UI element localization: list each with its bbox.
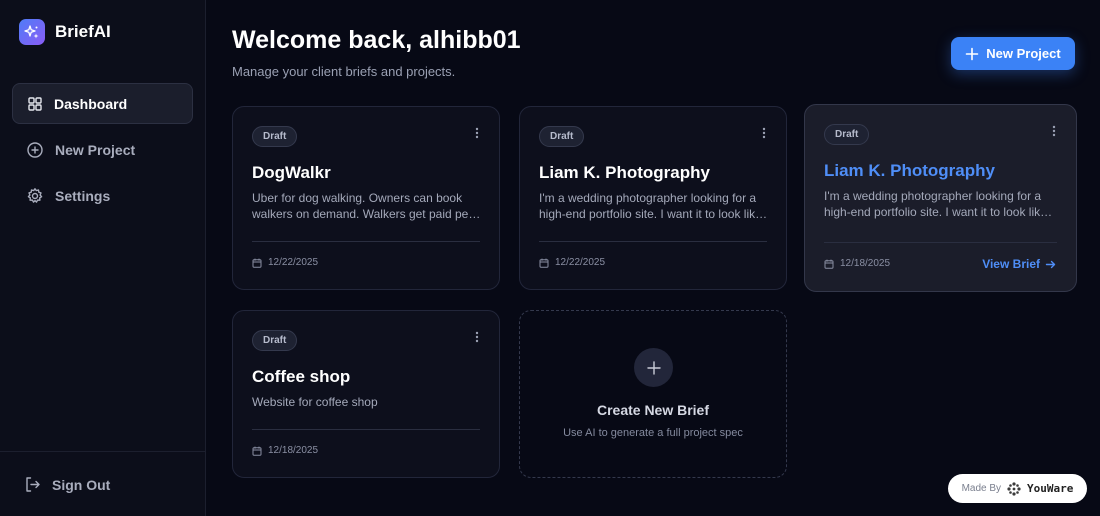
plus-circle-icon (27, 141, 43, 158)
sidebar-item-label: Dashboard (54, 95, 128, 112)
create-brief-title: Create New Brief (596, 402, 710, 418)
project-date: 12/22/2025 (252, 257, 318, 268)
more-options-icon[interactable] (762, 127, 766, 139)
project-description: I'm a wedding photographer looking for a… (824, 189, 1047, 219)
view-brief-link[interactable]: View Brief (982, 257, 1056, 271)
project-date-text: 12/18/2025 (268, 445, 319, 456)
project-card[interactable]: Draft Liam K. Photography I'm a wedding … (804, 104, 1077, 292)
made-by-label: Made By (961, 483, 1002, 494)
status-badge: Draft (252, 330, 298, 351)
project-description: Website for coffee shop (252, 395, 378, 409)
new-project-button[interactable]: New Project (951, 37, 1075, 70)
view-brief-label: View Brief (982, 257, 1040, 271)
made-by-brand: YouWare (1027, 482, 1074, 495)
calendar-icon (539, 258, 549, 268)
project-description: Uber for dog walking. Owners can book wa… (252, 191, 473, 221)
divider (539, 241, 767, 242)
project-card[interactable]: Draft Liam K. Photography I'm a wedding … (519, 106, 787, 290)
calendar-icon (252, 446, 262, 456)
status-badge: Draft (252, 126, 298, 147)
sidebar-footer: Sign Out (0, 451, 205, 516)
project-title: Coffee shop (252, 367, 351, 386)
project-title: DogWalkr (252, 163, 331, 182)
page-title: Welcome back, alhibb01 (232, 26, 521, 54)
project-date: 12/22/2025 (539, 257, 605, 268)
sidebar-item-label: New Project (55, 141, 136, 158)
project-description: I'm a wedding photographer looking for a… (539, 191, 762, 221)
new-project-label: New Project (986, 46, 1061, 61)
calendar-icon (252, 258, 262, 268)
project-title: Liam K. Photography (824, 161, 995, 180)
status-badge: Draft (539, 126, 585, 147)
sidebar-nav: Dashboard New Project Settings (12, 83, 193, 221)
sidebar: BriefAI Dashboard New Project Settings S… (0, 0, 206, 516)
create-new-brief-card[interactable]: Create New Brief Use AI to generate a fu… (519, 310, 787, 478)
divider (252, 429, 480, 430)
sidebar-item-settings[interactable]: Settings (12, 175, 193, 216)
project-date-text: 12/22/2025 (555, 257, 606, 268)
status-badge: Draft (824, 124, 870, 145)
sidebar-item-dashboard[interactable]: Dashboard (12, 83, 193, 124)
brand[interactable]: BriefAI (19, 19, 111, 45)
project-card[interactable]: Draft DogWalkr Uber for dog walking. Own… (232, 106, 500, 290)
project-date-text: 12/22/2025 (268, 257, 319, 268)
project-date: 12/18/2025 (824, 258, 890, 269)
brand-name: BriefAI (55, 22, 111, 41)
more-options-icon[interactable] (1052, 125, 1056, 137)
more-options-icon[interactable] (475, 331, 479, 343)
plus-icon (965, 47, 979, 60)
gear-icon (27, 187, 43, 203)
plus-icon (634, 348, 673, 387)
sparkles-icon (19, 19, 45, 45)
sign-out-button[interactable]: Sign Out (24, 476, 110, 493)
youware-logo-icon (1007, 481, 1021, 496)
sidebar-item-label: Settings (55, 187, 111, 204)
more-options-icon[interactable] (475, 127, 479, 139)
project-title: Liam K. Photography (539, 163, 710, 182)
calendar-icon (824, 259, 834, 269)
made-by-badge[interactable]: Made By YouWare (948, 474, 1087, 503)
grid-icon (28, 96, 42, 111)
create-brief-subtitle: Use AI to generate a full project spec (563, 427, 743, 439)
project-card[interactable]: Draft Coffee shop Website for coffee sho… (232, 310, 500, 478)
sign-out-label: Sign Out (52, 476, 111, 493)
sign-out-icon (26, 477, 40, 492)
project-date-text: 12/18/2025 (840, 258, 891, 269)
project-date: 12/18/2025 (252, 445, 318, 456)
page-subtitle: Manage your client briefs and projects. (232, 64, 456, 79)
sidebar-item-new-project[interactable]: New Project (12, 129, 193, 170)
arrow-right-icon (1045, 260, 1056, 268)
divider (252, 241, 480, 242)
divider (824, 242, 1057, 243)
